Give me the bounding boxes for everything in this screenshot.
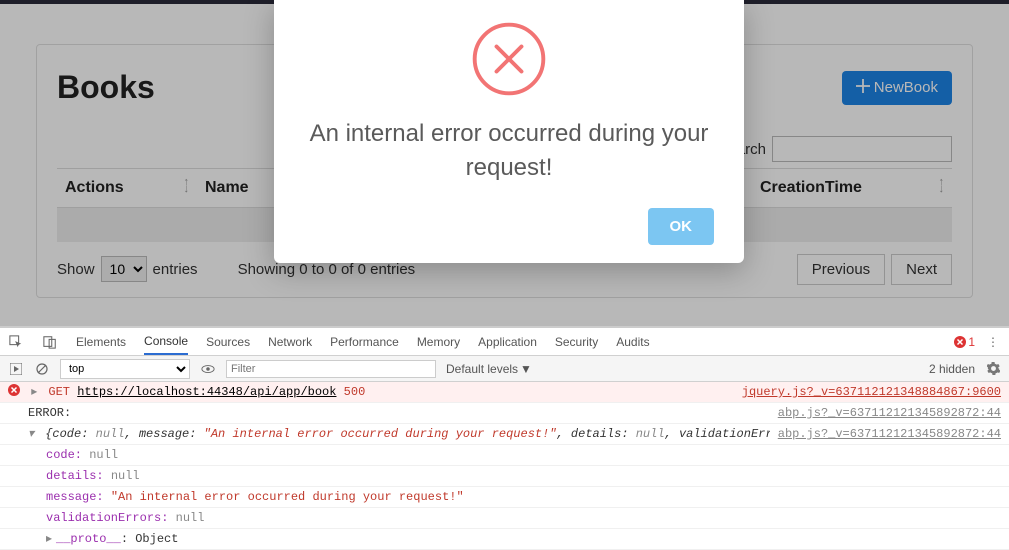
play-icon[interactable] <box>8 361 24 377</box>
tab-elements[interactable]: Elements <box>76 335 126 349</box>
log-prop-row: code: null <box>0 445 1009 466</box>
inspect-icon[interactable] <box>8 334 24 350</box>
log-prop-row: details: null <box>0 466 1009 487</box>
request-url[interactable]: https://localhost:44348/api/app/book <box>77 385 336 399</box>
ok-button[interactable]: OK <box>648 208 715 245</box>
object-summary: {code: null, message: "An internal error… <box>45 427 770 441</box>
tab-application[interactable]: Application <box>478 335 537 349</box>
tab-network[interactable]: Network <box>268 335 312 349</box>
tab-security[interactable]: Security <box>555 335 598 349</box>
filter-input[interactable] <box>226 360 436 378</box>
hidden-count[interactable]: 2 hidden <box>929 362 975 376</box>
log-levels-select[interactable]: Default levels ▼ <box>446 362 532 376</box>
tab-console[interactable]: Console <box>144 334 188 355</box>
error-label: ERROR: <box>8 404 770 422</box>
error-circle-icon <box>8 384 20 396</box>
expand-icon[interactable]: ▸ <box>31 383 41 401</box>
log-prop-row[interactable]: ▸__proto__: Object <box>0 529 1009 550</box>
tab-audits[interactable]: Audits <box>616 335 649 349</box>
error-modal: An internal error occurred during your r… <box>274 0 744 263</box>
source-link[interactable]: abp.js?_v=637112121345892872:44 <box>778 425 1001 443</box>
http-method: GET <box>48 385 70 399</box>
source-link[interactable]: jquery.js?_v=637112121348884867:9600 <box>742 383 1001 401</box>
modal-message: An internal error occurred during your r… <box>304 117 714 184</box>
collapse-icon[interactable]: ▾ <box>28 425 38 443</box>
error-count-badge[interactable]: 1 <box>954 335 975 349</box>
gear-icon[interactable] <box>985 361 1001 377</box>
log-object-row[interactable]: ▾ {code: null, message: "An internal err… <box>0 424 1009 445</box>
error-icon <box>304 20 714 101</box>
expand-icon[interactable]: ▸ <box>46 530 56 548</box>
device-icon[interactable] <box>42 334 58 350</box>
source-link[interactable]: abp.js?_v=637112121345892872:44 <box>778 404 1001 422</box>
kebab-icon[interactable]: ⋮ <box>985 334 1001 350</box>
eye-icon[interactable] <box>200 361 216 377</box>
tab-sources[interactable]: Sources <box>206 335 250 349</box>
log-prop-row: validationErrors: null <box>0 508 1009 529</box>
log-row[interactable]: ERROR: abp.js?_v=637112121345892872:44 <box>0 403 1009 424</box>
clear-icon[interactable] <box>34 361 50 377</box>
status-code: 500 <box>344 385 366 399</box>
log-prop-row: message: "An internal error occurred dur… <box>0 487 1009 508</box>
tab-performance[interactable]: Performance <box>330 335 399 349</box>
tab-memory[interactable]: Memory <box>417 335 460 349</box>
devtools-panel: Elements Console Sources Network Perform… <box>0 326 1009 525</box>
context-select[interactable]: top <box>60 359 190 379</box>
log-error-row[interactable]: ▸ GET https://localhost:44348/api/app/bo… <box>0 382 1009 403</box>
